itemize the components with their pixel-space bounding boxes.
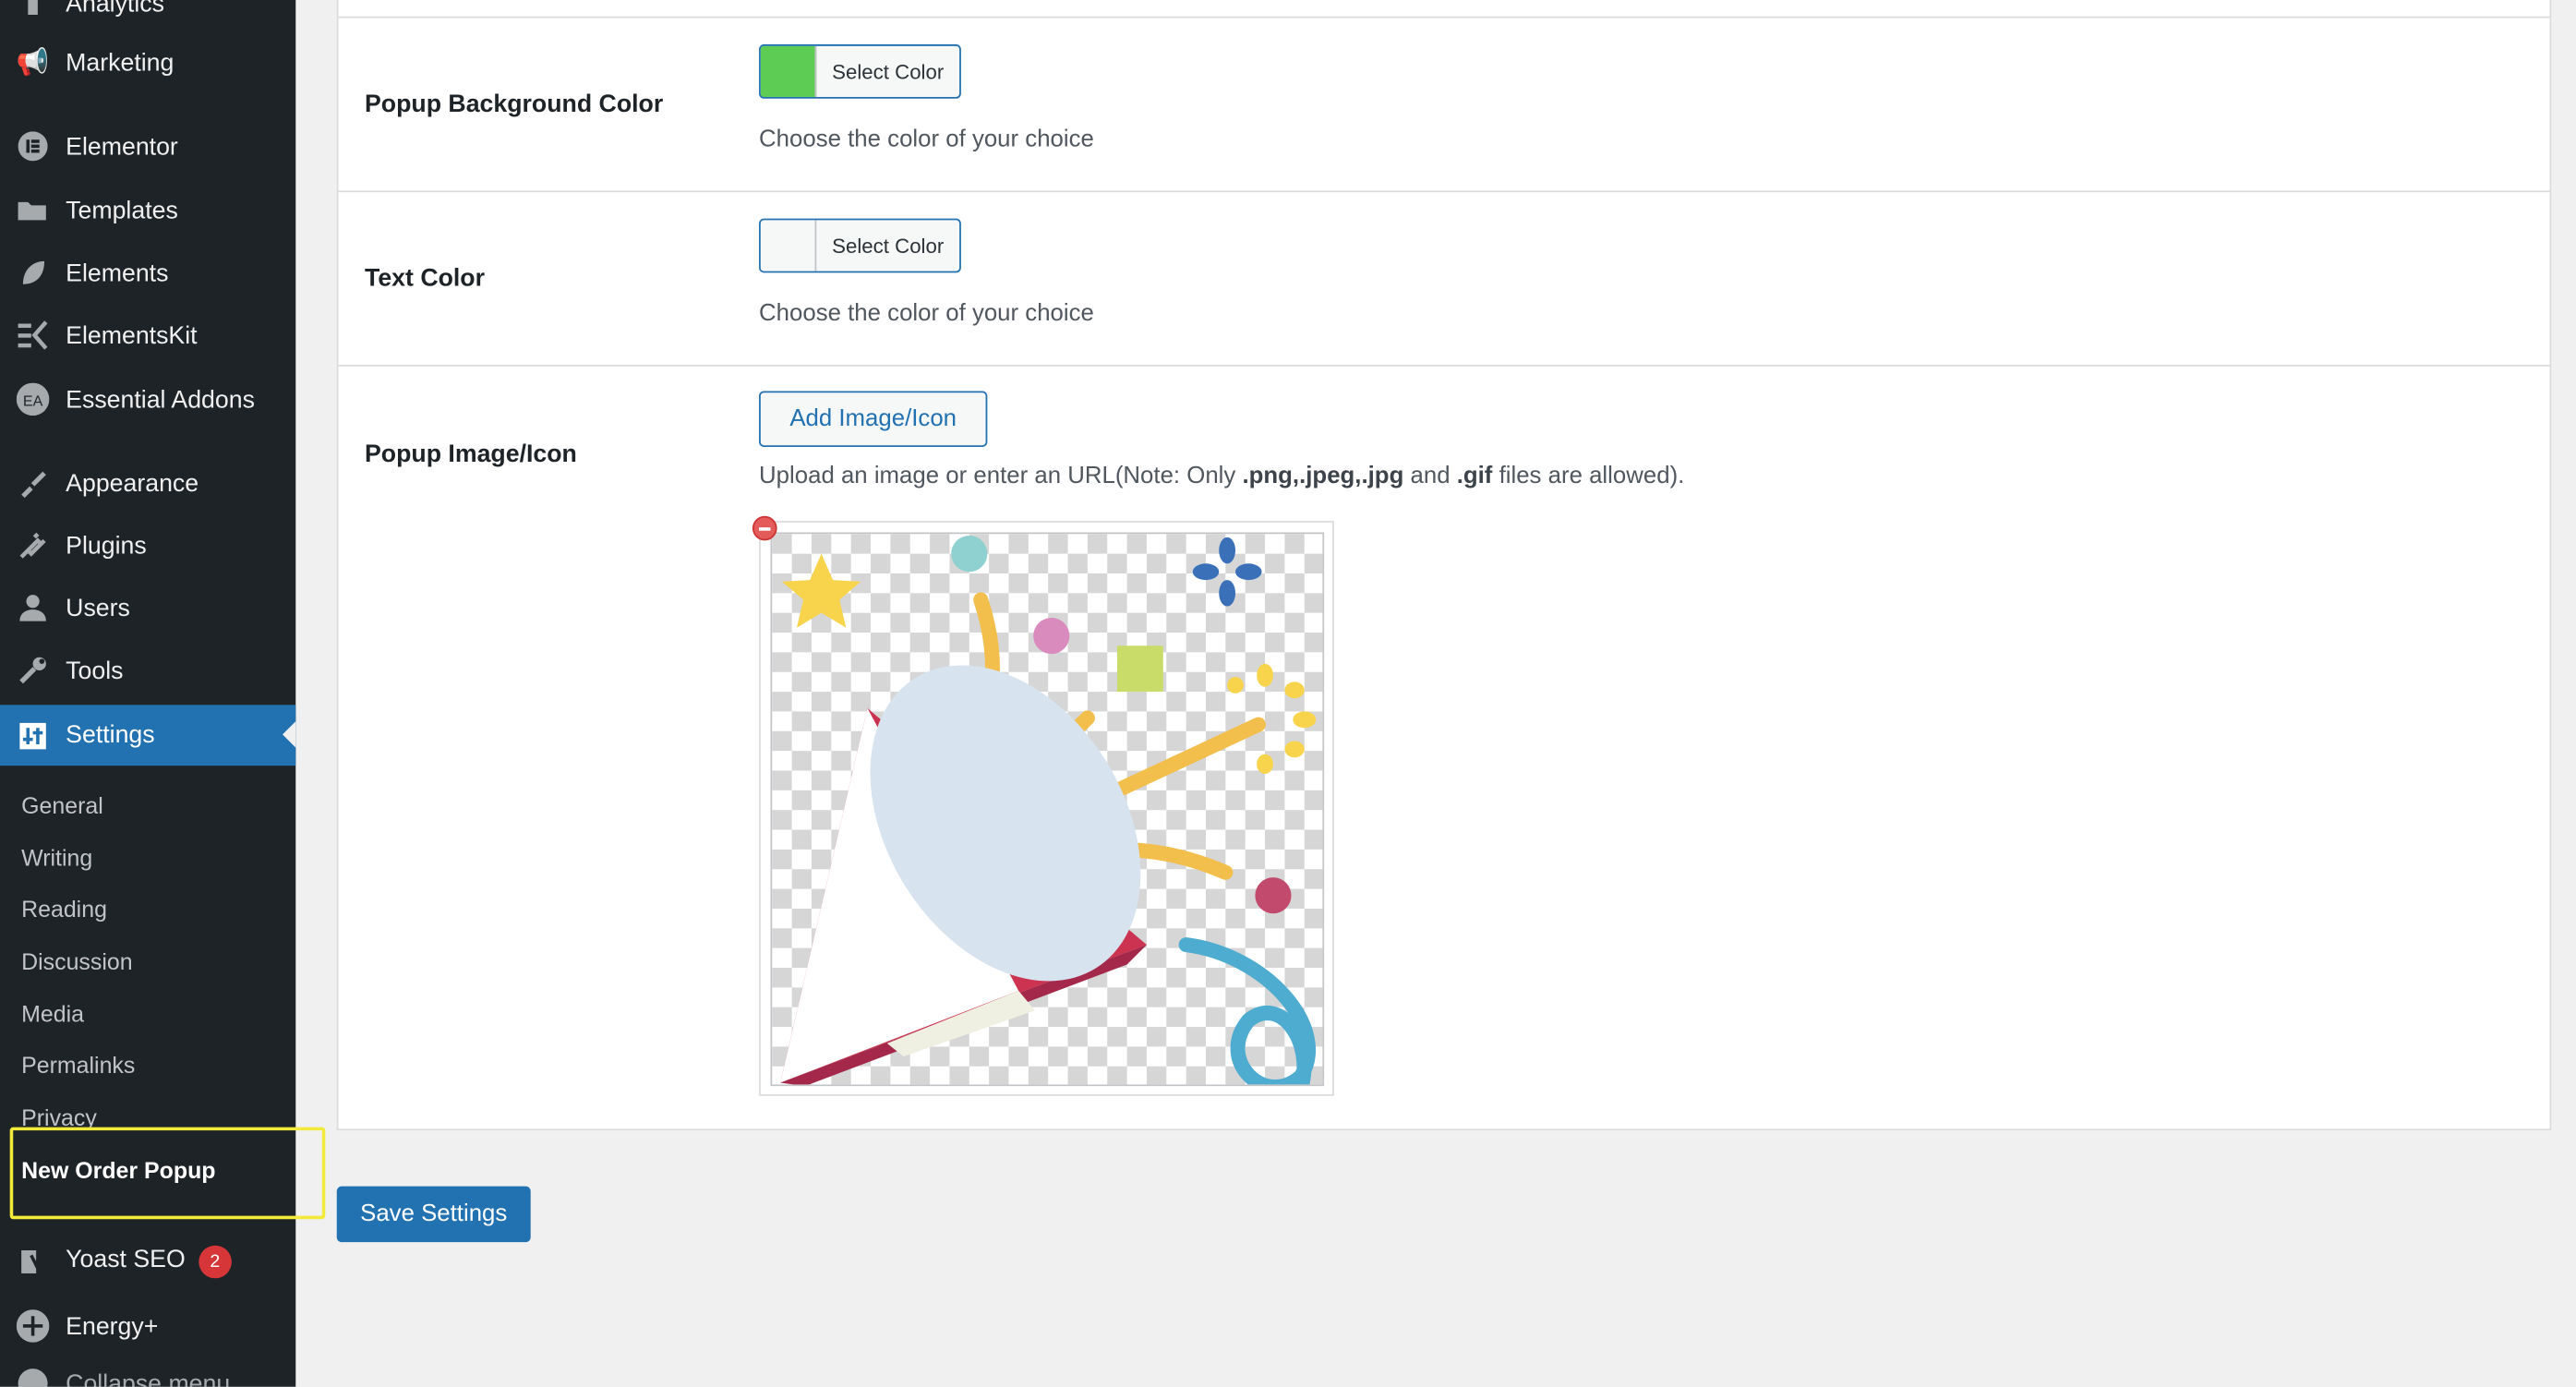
sidebar-item-settings[interactable]: Settings: [0, 705, 296, 766]
sidebar-item-label: Marketing: [66, 48, 175, 77]
bg-color-select-button[interactable]: Select Color: [759, 44, 961, 99]
desc-suffix: files are allowed).: [1492, 463, 1685, 490]
sidebar-item-label: Templates: [66, 196, 178, 224]
sidebar-item-yoast-seo[interactable]: Yoast SEO 2: [0, 1232, 295, 1291]
sidebar-item-marketing[interactable]: 📢 Marketing: [0, 33, 295, 92]
save-settings-button[interactable]: Save Settings: [336, 1186, 531, 1243]
sidebar-item-analytics[interactable]: ▮ Analytics: [0, 0, 295, 33]
select-color-label: Select Color: [832, 59, 945, 83]
leaf-icon: [15, 255, 51, 291]
party-popper-icon: [770, 532, 1325, 1087]
sidebar-item-energy-plus[interactable]: Energy+: [0, 1297, 295, 1356]
sidebar-item-label: Settings: [66, 721, 155, 750]
submenu-privacy[interactable]: Privacy: [21, 1104, 97, 1128]
sidebar-item-label: ElementsKit: [66, 320, 198, 350]
yoast-label: Yoast SEO: [66, 1245, 186, 1273]
sidebar-item-label: Energy+: [66, 1311, 159, 1341]
sidebar-item-label: Tools: [66, 656, 124, 685]
text-color-select-button[interactable]: Select Color: [759, 218, 961, 273]
text-color-row: Text Color Select Color Choose the color…: [338, 190, 2550, 365]
sidebar-item-label: Analytics: [66, 0, 164, 18]
sidebar-collapse-menu[interactable]: Collapse menu: [0, 1354, 295, 1387]
bg-color-row: Popup Background Color Select Color Choo…: [338, 16, 2550, 191]
plus-circle-icon: [15, 1308, 51, 1344]
sidebar-item-label: Collapse menu: [66, 1369, 231, 1387]
user-icon: [15, 590, 51, 626]
popup-image-label: Popup Image/Icon: [365, 440, 577, 469]
elementskit-icon: [15, 317, 51, 353]
submenu-general[interactable]: General: [21, 792, 103, 818]
sidebar-item-elements[interactable]: Elements: [0, 243, 295, 302]
sidebar-item-templates[interactable]: Templates: [0, 181, 295, 240]
desc-ext-images: .png,.jpeg,.jpg: [1242, 463, 1404, 490]
sidebar-item-tools[interactable]: Tools: [0, 641, 295, 700]
submenu-writing[interactable]: Writing: [21, 845, 92, 871]
image-preview-frame: [759, 521, 1334, 1096]
sidebar-item-essential-addons[interactable]: EA Essential Addons: [0, 369, 295, 428]
sidebar-item-label: Yoast SEO 2: [66, 1245, 232, 1279]
submenu-media[interactable]: Media: [21, 1001, 84, 1027]
sidebar-item-label: Appearance: [66, 468, 199, 498]
megaphone-icon: 📢: [16, 49, 50, 78]
folder-icon: [15, 192, 51, 228]
elementor-icon: [15, 128, 51, 164]
sidebar-item-label: Elements: [66, 259, 169, 287]
admin-sidebar: ▮ Analytics 📢 Marketing Elementor Templa…: [0, 0, 326, 1387]
submenu-discussion[interactable]: Discussion: [21, 948, 132, 974]
plug-icon: [15, 527, 51, 563]
text-color-label: Text Color: [365, 264, 486, 293]
bg-color-label: Popup Background Color: [365, 90, 664, 119]
sidebar-item-appearance[interactable]: Appearance: [0, 453, 295, 513]
bg-color-description: Choose the color of your choice: [759, 127, 1094, 153]
sidebar-item-users[interactable]: Users: [0, 578, 295, 637]
wrench-icon: [15, 652, 51, 688]
notification-badge: 2: [198, 1245, 232, 1279]
desc-prefix: Upload an image or enter an URL(Note: On…: [759, 463, 1243, 490]
settings-panel: Popup Background Color Select Color Choo…: [336, 0, 2552, 1131]
sidebar-item-plugins[interactable]: Plugins: [0, 516, 295, 575]
sidebar-item-label: Users: [66, 594, 130, 622]
highlight-annotation: [9, 1127, 326, 1220]
desc-mid: and: [1403, 463, 1457, 490]
bar-chart-icon: ▮: [25, 0, 41, 18]
ea-icon: EA: [15, 381, 51, 417]
submenu-permalinks[interactable]: Permalinks: [21, 1052, 135, 1078]
submenu-reading[interactable]: Reading: [21, 896, 107, 922]
add-image-button[interactable]: Add Image/Icon: [759, 391, 988, 447]
sidebar-item-label: Plugins: [66, 531, 147, 560]
text-color-swatch: [760, 220, 817, 271]
remove-icon[interactable]: [752, 515, 777, 541]
bg-color-swatch: [760, 45, 817, 97]
sidebar-item-elementor[interactable]: Elementor: [0, 116, 295, 175]
sidebar-item-label: Essential Addons: [66, 385, 255, 414]
popup-image-description: Upload an image or enter an URL(Note: On…: [759, 464, 1684, 489]
settings-icon: [15, 718, 51, 754]
sidebar-item-label: Elementor: [66, 132, 178, 161]
yoast-icon: [15, 1244, 51, 1280]
paintbrush-icon: [15, 465, 51, 501]
desc-ext-gif: .gif: [1456, 463, 1493, 490]
svg-text:EA: EA: [23, 393, 43, 409]
sidebar-item-elementskit[interactable]: ElementsKit: [0, 306, 295, 365]
collapse-icon: [15, 1366, 51, 1387]
text-color-description: Choose the color of your choice: [759, 300, 1094, 328]
select-color-label: Select Color: [832, 234, 945, 258]
